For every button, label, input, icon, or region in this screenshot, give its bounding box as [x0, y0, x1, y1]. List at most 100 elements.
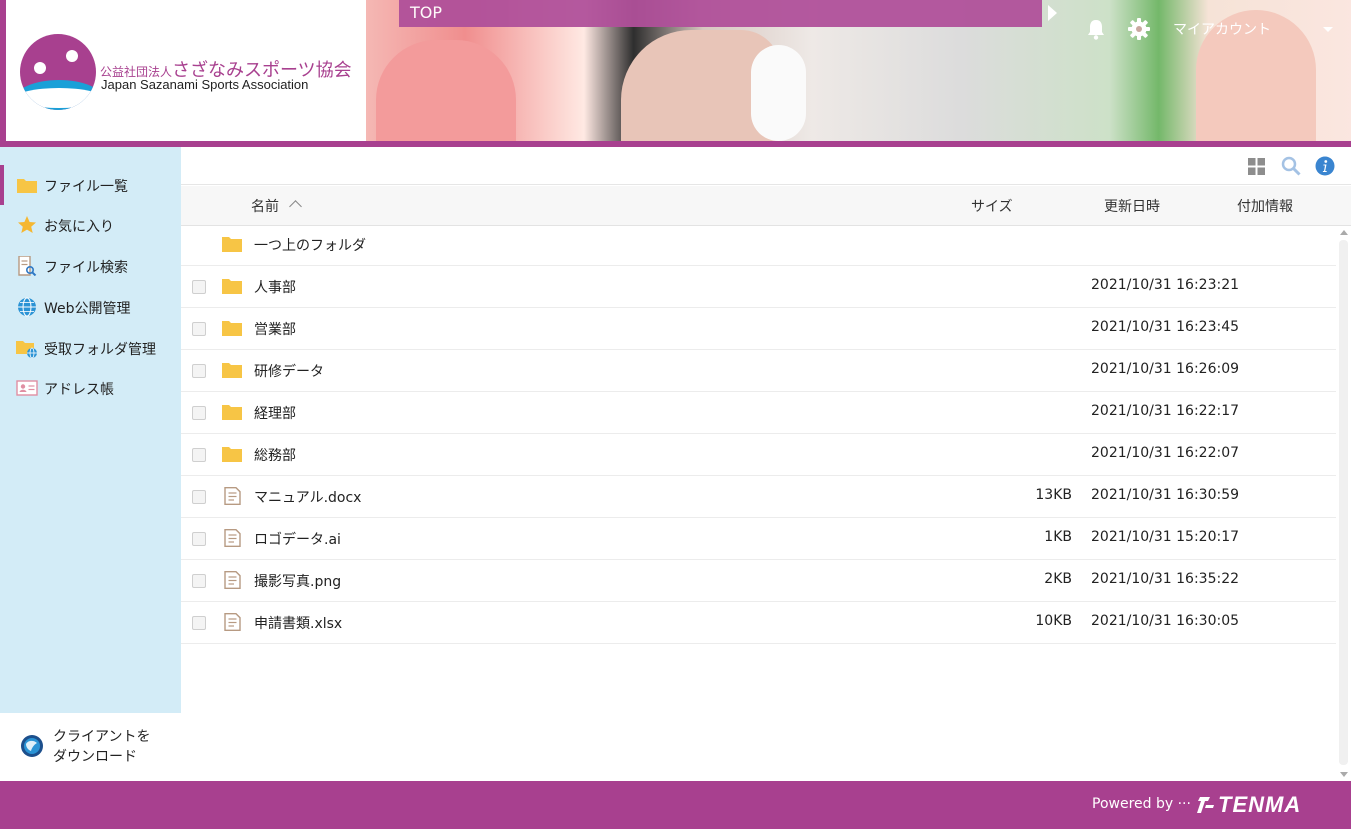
sidebar-item-file-search[interactable]: ファイル検索 [0, 246, 181, 286]
sidebar-item-file-list[interactable]: ファイル一覧 [0, 165, 181, 205]
sidebar-item-label: ファイル一覧 [44, 179, 128, 195]
file-updated: 2021/10/31 16:35:22 [1091, 571, 1240, 587]
table-header: 名前 サイズ 更新日時 付加情報 [181, 186, 1351, 226]
file-name[interactable]: 撮影写真.png [254, 571, 341, 591]
table-row[interactable]: 人事部 2021/10/31 16:23:21 [181, 266, 1336, 308]
file-updated: 2021/10/31 16:30:59 [1091, 487, 1240, 503]
file-size: 1KB [1044, 529, 1072, 545]
folder-icon [222, 237, 242, 252]
row-checkbox[interactable] [192, 364, 206, 378]
table-row[interactable]: 総務部 2021/10/31 16:22:07 [181, 434, 1336, 476]
address-card-icon [16, 380, 38, 396]
document-icon [224, 571, 241, 589]
file-search-icon [18, 256, 37, 276]
footer: Powered by ··· TENMA [0, 781, 1351, 829]
org-name-en: Japan Sazanami Sports Association [101, 77, 309, 92]
column-extra-info[interactable]: 付加情報 [1237, 196, 1293, 216]
table-row[interactable]: 経理部 2021/10/31 16:22:17 [181, 392, 1336, 434]
sidebar-item-label: 受取フォルダ管理 [44, 342, 156, 358]
folder-icon [17, 179, 37, 193]
toolbar [181, 147, 1351, 185]
star-icon [18, 216, 36, 233]
row-checkbox[interactable] [192, 280, 206, 294]
file-name[interactable]: 人事部 [254, 277, 296, 297]
powered-by-label: Powered by ··· [1092, 796, 1191, 812]
sidebar-item-web-publish[interactable]: Web公開管理 [0, 287, 181, 327]
client-download-button[interactable]: クライアントを ダウンロード [0, 713, 181, 781]
sidebar-item-label: Web公開管理 [44, 301, 131, 317]
sidebar-item-receive-folder[interactable]: 受取フォルダ管理 [0, 328, 181, 368]
file-name[interactable]: 申請書類.xlsx [254, 613, 342, 633]
my-account-menu[interactable]: マイアカウント [1173, 19, 1271, 39]
file-updated: 2021/10/31 16:30:05 [1091, 613, 1240, 629]
row-checkbox[interactable] [192, 448, 206, 462]
document-icon [224, 529, 241, 547]
file-size: 10KB [1035, 613, 1072, 629]
row-checkbox[interactable] [192, 490, 206, 504]
file-updated: 2021/10/31 15:20:17 [1091, 529, 1240, 545]
file-name[interactable]: ロゴデータ.ai [254, 529, 341, 549]
table-row[interactable]: 営業部 2021/10/31 16:23:45 [181, 308, 1336, 350]
bell-icon[interactable] [1086, 18, 1106, 40]
tenma-logo: TENMA [1218, 792, 1302, 817]
sort-ascending-icon[interactable] [289, 200, 302, 213]
gear-icon[interactable] [1128, 18, 1150, 40]
file-updated: 2021/10/31 16:26:09 [1091, 361, 1240, 377]
folder-icon [222, 447, 242, 462]
sidebar: ファイル一覧 お気に入り ファイル検索 Web公開管理 受取フォルダ管理 アドレ… [0, 147, 181, 781]
table-row[interactable]: マニュアル.docx 13KB 2021/10/31 16:30:59 [181, 476, 1336, 518]
scroll-down-icon[interactable] [1340, 772, 1348, 777]
table-row[interactable]: 研修データ 2021/10/31 16:26:09 [181, 350, 1336, 392]
sidebar-item-favorites[interactable]: お気に入り [0, 205, 181, 245]
tenma-logo-icon [1197, 797, 1214, 813]
file-name[interactable]: 営業部 [254, 319, 296, 339]
grid-view-icon[interactable] [1247, 156, 1267, 176]
sidebar-item-label: お気に入り [44, 219, 114, 235]
document-icon [224, 613, 241, 631]
chevron-down-icon[interactable] [1323, 27, 1333, 32]
file-name[interactable]: 総務部 [254, 445, 296, 465]
row-checkbox[interactable] [192, 616, 206, 630]
file-updated: 2021/10/31 16:23:45 [1091, 319, 1240, 335]
search-icon[interactable] [1281, 156, 1301, 176]
folder-icon [222, 321, 242, 336]
row-checkbox[interactable] [192, 406, 206, 420]
row-checkbox[interactable] [192, 322, 206, 336]
scrollbar-thumb[interactable] [1339, 240, 1348, 765]
logo[interactable]: 公益社団法人さざなみスポーツ協会 Japan Sazanami Sports A… [6, 0, 366, 141]
column-name[interactable]: 名前 [251, 196, 279, 216]
sidebar-item-address-book[interactable]: アドレス帳 [0, 368, 181, 408]
breadcrumb-arrow-icon [1048, 5, 1057, 21]
info-icon[interactable] [1315, 156, 1335, 176]
client-download-label: クライアントを ダウンロード [53, 729, 151, 765]
scroll-up-icon[interactable] [1340, 230, 1348, 235]
parent-folder-label: 一つ上のフォルダ [254, 238, 366, 254]
file-list: 一つ上のフォルダ 人事部 2021/10/31 16:23:21 営業部 2021/1… [181, 226, 1336, 644]
file-name[interactable]: 研修データ [254, 361, 324, 381]
file-size: 13KB [1035, 487, 1072, 503]
file-updated: 2021/10/31 16:22:17 [1091, 403, 1240, 419]
row-checkbox[interactable] [192, 532, 206, 546]
folder-icon [222, 405, 242, 420]
parent-folder-row[interactable]: 一つ上のフォルダ [181, 226, 1336, 266]
logo-mark-icon [20, 34, 96, 110]
file-updated: 2021/10/31 16:23:21 [1091, 277, 1240, 293]
column-updated[interactable]: 更新日時 [1104, 196, 1160, 216]
table-row[interactable]: 申請書類.xlsx 10KB 2021/10/31 16:30:05 [181, 602, 1336, 644]
document-icon [224, 487, 241, 505]
table-row[interactable]: 撮影写真.png 2KB 2021/10/31 16:35:22 [181, 560, 1336, 602]
folder-icon [222, 363, 242, 378]
breadcrumb-top[interactable]: TOP [410, 3, 442, 22]
file-name[interactable]: マニュアル.docx [254, 487, 361, 507]
globe-icon [18, 297, 36, 317]
file-name[interactable]: 経理部 [254, 403, 296, 423]
globe-download-icon [21, 735, 43, 757]
table-row[interactable]: ロゴデータ.ai 1KB 2021/10/31 15:20:17 [181, 518, 1336, 560]
row-checkbox[interactable] [192, 574, 206, 588]
sidebar-item-label: ファイル検索 [44, 260, 128, 276]
column-size[interactable]: サイズ [971, 196, 1013, 216]
file-size: 2KB [1044, 571, 1072, 587]
scrollbar[interactable] [1336, 226, 1351, 781]
file-updated: 2021/10/31 16:22:07 [1091, 445, 1240, 461]
breadcrumb[interactable]: TOP [399, 0, 1042, 27]
